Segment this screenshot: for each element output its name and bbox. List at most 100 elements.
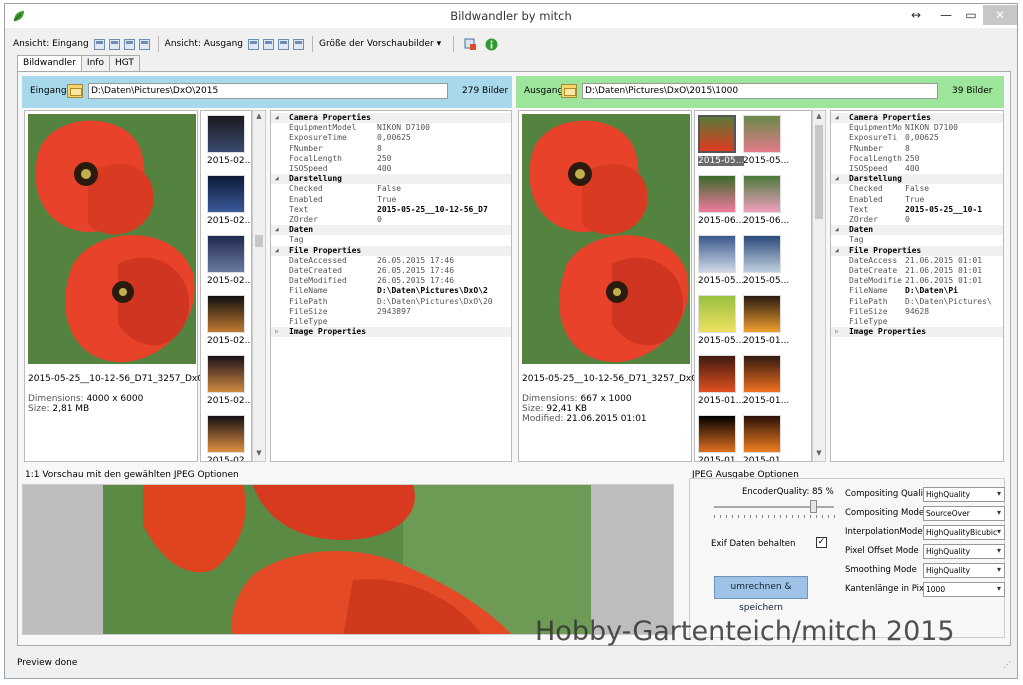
- folder-open-icon[interactable]: [561, 84, 577, 98]
- expand-icon[interactable]: ▷: [835, 327, 839, 337]
- tab-bildwandler[interactable]: Bildwandler: [17, 55, 82, 72]
- property-row[interactable]: DateModified 26.05.2015 17:46: [271, 276, 511, 286]
- property-row[interactable]: Tag: [831, 235, 1003, 245]
- thumbnail-image[interactable]: [207, 235, 245, 273]
- jpeg-option-select[interactable]: HighQualityBicubic: [923, 525, 1005, 540]
- property-row[interactable]: Text 2015-05-25__10-12-56_D7: [271, 205, 511, 215]
- thumbnail-image[interactable]: [207, 115, 245, 153]
- thumbnail-image[interactable]: [207, 175, 245, 213]
- property-row[interactable]: FocalLength 250: [271, 154, 511, 164]
- scroll-thumb[interactable]: [255, 235, 263, 247]
- output-photo[interactable]: [522, 114, 690, 364]
- property-row[interactable]: FileSize 2943897: [271, 307, 511, 317]
- output-path-field[interactable]: [582, 83, 938, 99]
- jpeg-option-select[interactable]: 1000: [923, 582, 1005, 597]
- thumbnail-image[interactable]: [698, 295, 736, 333]
- jpeg-option-select[interactable]: HighQuality: [923, 544, 1005, 559]
- maximize-button[interactable]: ▭: [960, 5, 982, 25]
- info-icon[interactable]: [485, 38, 498, 51]
- tab-hgt[interactable]: HGT: [108, 55, 140, 71]
- property-row[interactable]: Tag: [271, 235, 511, 245]
- collapse-icon[interactable]: ◢: [835, 113, 839, 123]
- property-category[interactable]: ▷ Image Properties: [271, 327, 511, 338]
- collapse-icon[interactable]: ◢: [835, 246, 839, 256]
- thumbnail-image[interactable]: [743, 415, 781, 453]
- slider-thumb[interactable]: [810, 500, 818, 513]
- view-tiles-icon[interactable]: [263, 38, 274, 50]
- property-category[interactable]: ◢ File Properties: [831, 245, 1003, 256]
- property-row[interactable]: FileName D:\Daten\Pi: [831, 286, 1003, 296]
- property-row[interactable]: ISOSpeed 400: [831, 164, 1003, 174]
- property-row[interactable]: EquipmentModel NIKON D7100: [271, 123, 511, 133]
- output-property-grid[interactable]: ◢ Camera Properties EquipmentMo NIKON D7100…: [830, 110, 1004, 462]
- view-details-icon[interactable]: [93, 38, 105, 50]
- collapse-icon[interactable]: ◢: [275, 174, 279, 184]
- property-row[interactable]: DateCreate 21.06.2015 01:01: [831, 266, 1003, 276]
- property-category[interactable]: ▷ Image Properties: [831, 327, 1003, 338]
- thumbnail-image[interactable]: [743, 175, 781, 213]
- property-row[interactable]: DateModifie 21.06.2015 01:01: [831, 276, 1003, 286]
- resize-grip-icon[interactable]: ⋰: [1003, 660, 1011, 669]
- thumbnail-image[interactable]: [743, 115, 781, 153]
- folder-open-icon[interactable]: [67, 84, 83, 98]
- resize-icon[interactable]: ↔: [908, 5, 924, 25]
- property-row[interactable]: Checked False: [831, 184, 1003, 194]
- view-large-icon[interactable]: [138, 38, 150, 50]
- property-category[interactable]: ◢ File Properties: [271, 245, 511, 256]
- property-row[interactable]: FileSize 94628: [831, 307, 1003, 317]
- collapse-icon[interactable]: ◢: [275, 113, 279, 123]
- property-row[interactable]: DateAccess 21.06.2015 01:01: [831, 256, 1003, 266]
- property-row[interactable]: Enabled True: [271, 195, 511, 205]
- thumbnail-image[interactable]: [743, 235, 781, 273]
- view-tiles-icon[interactable]: [108, 38, 120, 50]
- thumbnail-image[interactable]: [698, 235, 736, 273]
- thumbnail-image[interactable]: [743, 355, 781, 393]
- property-row[interactable]: DateCreated 26.05.2015 17:46: [271, 266, 511, 276]
- property-row[interactable]: FilePath D:\Daten\Pictures\DxO\20: [271, 297, 511, 307]
- property-row[interactable]: ExposureTime 0,00625: [271, 133, 511, 143]
- thumbnail-image[interactable]: [207, 295, 245, 333]
- scroll-down-icon[interactable]: ▼: [253, 449, 265, 457]
- input-thumbnail-list[interactable]: 2015-02... 2015-02... 2015-02... 2015-02...…: [200, 110, 252, 462]
- input-thumbs-scrollbar[interactable]: ▲ ▼: [252, 110, 266, 462]
- property-category[interactable]: ◢ Daten: [831, 225, 1003, 236]
- collapse-icon[interactable]: ◢: [275, 246, 279, 256]
- property-row[interactable]: FileName D:\Daten\Pictures\DxO\2: [271, 286, 511, 296]
- property-row[interactable]: FNumber 8: [271, 144, 511, 154]
- property-category[interactable]: ◢ Camera Properties: [831, 113, 1003, 123]
- jpeg-option-select[interactable]: SourceOver: [923, 506, 1005, 521]
- property-row[interactable]: ISOSpeed 400: [271, 164, 511, 174]
- close-button[interactable]: ✕: [983, 5, 1017, 25]
- thumbnail-image[interactable]: [698, 175, 736, 213]
- jpeg-option-select[interactable]: HighQuality: [923, 563, 1005, 578]
- property-row[interactable]: Checked False: [271, 184, 511, 194]
- property-row[interactable]: Enabled True: [831, 195, 1003, 205]
- output-thumbnail-list[interactable]: 2015-05... 2015-05... 2015-06... 2015-06...…: [694, 110, 812, 462]
- thumbnail-image[interactable]: [743, 295, 781, 333]
- expand-icon[interactable]: ▷: [275, 327, 279, 337]
- property-row[interactable]: FilePath D:\Daten\Pictures\: [831, 297, 1003, 307]
- scroll-up-icon[interactable]: ▲: [813, 112, 825, 120]
- property-category[interactable]: ◢ Daten: [271, 225, 511, 236]
- collapse-icon[interactable]: ◢: [275, 225, 279, 235]
- thumbnail-image[interactable]: [207, 415, 245, 453]
- property-row[interactable]: Text 2015-05-25__10-1: [831, 205, 1003, 215]
- property-row[interactable]: ExposureTi 0,00625: [831, 133, 1003, 143]
- property-row[interactable]: FileType: [271, 317, 511, 327]
- property-row[interactable]: EquipmentMo NIKON D7100: [831, 123, 1003, 133]
- property-row[interactable]: DateAccessed 26.05.2015 17:46: [271, 256, 511, 266]
- collapse-icon[interactable]: ◢: [835, 174, 839, 184]
- scroll-thumb[interactable]: [815, 125, 823, 219]
- thumbnail-image[interactable]: [207, 355, 245, 393]
- preview-size-dropdown[interactable]: Größe der Vorschaubilder ▾: [319, 39, 441, 49]
- thumbnail-image[interactable]: [698, 115, 736, 153]
- scroll-down-icon[interactable]: ▼: [813, 449, 825, 457]
- thumbnail-image[interactable]: [698, 415, 736, 453]
- view-large-icon[interactable]: [293, 38, 304, 50]
- tab-info[interactable]: Info: [80, 55, 110, 71]
- property-row[interactable]: FNumber 8: [831, 144, 1003, 154]
- input-path-field[interactable]: [88, 83, 448, 99]
- property-category[interactable]: ◢ Darstellung: [271, 174, 511, 185]
- image-tool-icon[interactable]: [464, 38, 477, 51]
- view-list-icon[interactable]: [123, 38, 135, 50]
